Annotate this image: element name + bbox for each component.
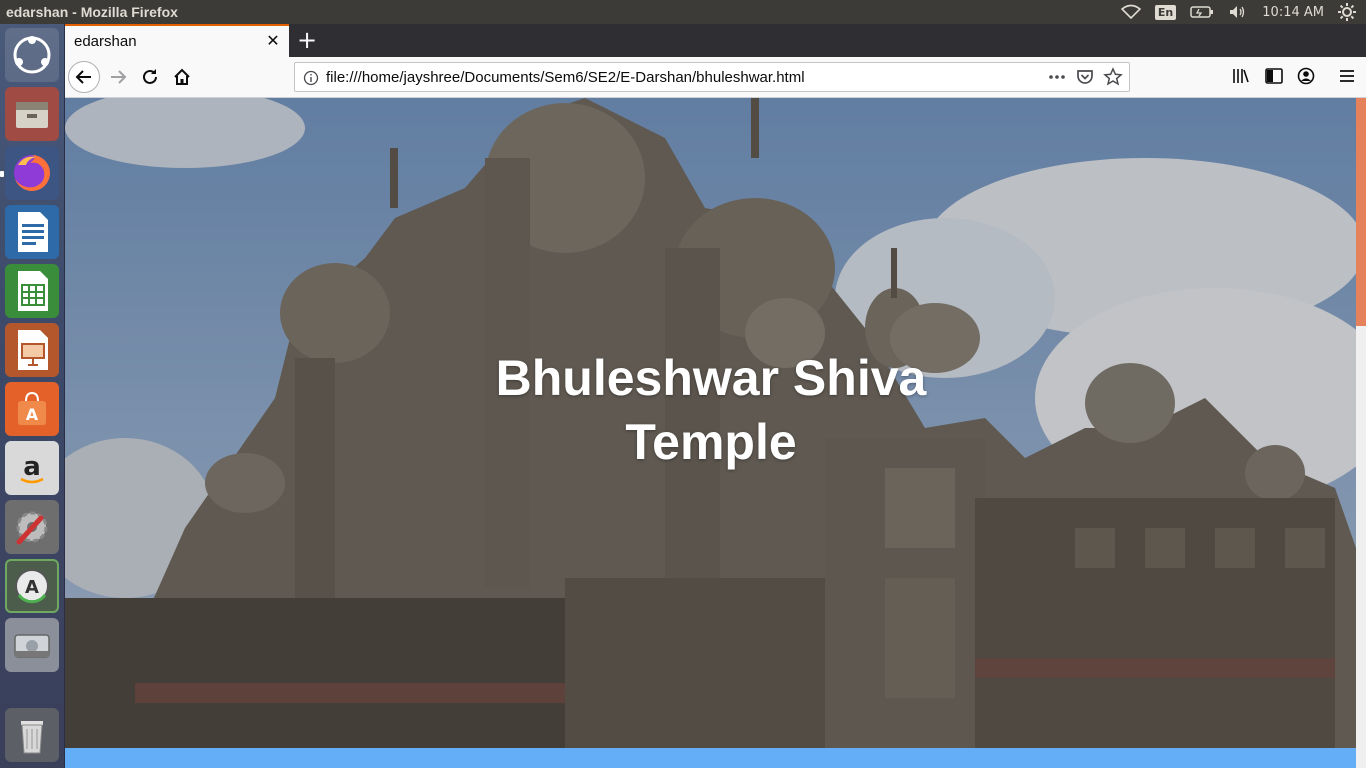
hamburger-menu-icon[interactable] (1337, 66, 1357, 90)
libreoffice-calc-icon[interactable] (5, 264, 59, 318)
page-scrollbar[interactable] (1356, 98, 1366, 768)
hero-title: Bhuleshwar Shiva Temple (495, 350, 927, 470)
wifi-icon[interactable] (1120, 4, 1141, 20)
tab-bar: edarshan ✕ + (65, 24, 1366, 57)
window-title: edarshan - Mozilla Firefox (6, 4, 178, 20)
page-bottom-bar (65, 748, 1356, 768)
disk-drive-icon[interactable] (5, 618, 59, 672)
keyboard-layout-indicator[interactable]: En (1154, 4, 1177, 20)
forward-button[interactable] (102, 61, 134, 93)
tab-edarshan[interactable]: edarshan ✕ (65, 24, 289, 57)
ubuntu-software-icon[interactable]: A (5, 382, 59, 436)
page-actions-menu-icon[interactable] (1047, 67, 1067, 91)
trash-icon[interactable] (5, 708, 59, 762)
clock[interactable]: 10:14 AM (1262, 5, 1324, 20)
settings-icon[interactable] (1338, 3, 1356, 21)
page-actions (1047, 67, 1123, 91)
software-updater-icon[interactable]: A (5, 559, 59, 613)
back-arrow-icon (75, 70, 91, 84)
close-tab-icon[interactable]: ✕ (265, 33, 281, 49)
launcher: A a A (0, 24, 65, 768)
account-icon[interactable] (1296, 66, 1316, 90)
new-tab-button[interactable]: + (294, 28, 320, 54)
ubuntu-dash-icon[interactable] (5, 28, 59, 82)
firefox-icon[interactable] (5, 146, 59, 200)
pocket-icon[interactable] (1075, 67, 1095, 91)
navigation-toolbar: file:///home/jayshree/Documents/Sem6/SE2… (65, 57, 1366, 98)
home-icon (174, 68, 190, 85)
url-text[interactable]: file:///home/jayshree/Documents/Sem6/SE2… (326, 69, 805, 86)
libreoffice-impress-icon[interactable] (5, 323, 59, 377)
sidebar-icon[interactable] (1264, 66, 1284, 90)
site-info-icon[interactable] (303, 70, 319, 90)
back-button[interactable] (68, 61, 100, 93)
system-tray: En 10:14 AM (1120, 0, 1366, 24)
svg-text:A: A (26, 405, 39, 424)
scrollbar-thumb[interactable] (1356, 98, 1366, 326)
page-viewport: Bhuleshwar Shiva Temple (65, 98, 1356, 748)
library-icon[interactable] (1231, 66, 1251, 90)
url-bar[interactable]: file:///home/jayshree/Documents/Sem6/SE2… (294, 62, 1130, 92)
bookmark-star-icon[interactable] (1103, 67, 1123, 91)
tab-title: edarshan (74, 33, 137, 50)
reload-button[interactable] (134, 61, 166, 93)
system-settings-icon[interactable] (5, 500, 59, 554)
reload-icon (143, 69, 157, 84)
libreoffice-writer-icon[interactable] (5, 205, 59, 259)
running-indicator (0, 171, 4, 177)
forward-arrow-icon (111, 70, 127, 84)
svg-text:a: a (23, 452, 41, 482)
home-button[interactable] (166, 61, 198, 93)
top-panel: edarshan - Mozilla Firefox En 10:14 AM (0, 0, 1366, 24)
svg-text:A: A (25, 577, 39, 598)
files-icon[interactable] (5, 87, 59, 141)
amazon-icon[interactable]: a (5, 441, 59, 495)
volume-icon[interactable] (1228, 4, 1248, 20)
battery-icon[interactable] (1190, 5, 1214, 19)
